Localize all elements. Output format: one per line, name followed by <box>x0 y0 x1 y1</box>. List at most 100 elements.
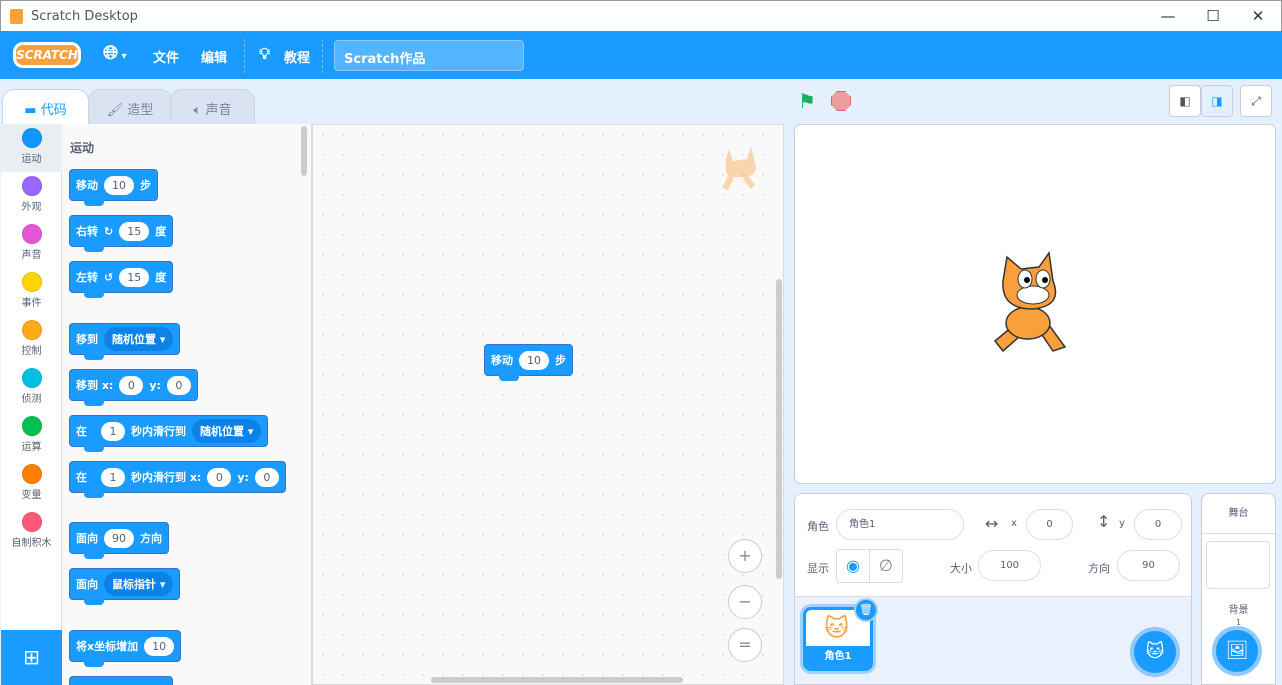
script-area[interactable]: 移动 10 步 + − = <box>312 124 784 685</box>
eye-icon: ◉ <box>846 556 860 575</box>
seconds-input[interactable]: 1 <box>101 467 125 487</box>
palette-scrollbar[interactable] <box>301 126 307 176</box>
steps-input[interactable]: 10 <box>104 175 134 195</box>
category-events[interactable]: 事件 <box>1 268 62 316</box>
category-motion[interactable]: 运动 <box>1 124 62 172</box>
green-flag-icon[interactable]: ⚑ <box>798 89 816 113</box>
turn-right-block[interactable]: 右转 ↻ 15 度 <box>69 215 174 252</box>
x-input[interactable]: 0 <box>1026 509 1073 540</box>
change-x-block[interactable]: 将x坐标增加 10 <box>69 630 182 667</box>
palette-heading: 运动 <box>70 141 95 155</box>
partial-block[interactable] <box>69 676 173 685</box>
edit-menu[interactable]: 编辑 <box>201 47 227 66</box>
target-dropdown[interactable]: 随机位置 ▾ <box>104 327 174 351</box>
block-text: 移到 <box>76 333 98 346</box>
motion-dot-icon <box>21 128 42 148</box>
move-steps-block[interactable]: 移动 10 步 <box>484 344 573 381</box>
brush-icon: 🖌︎ <box>106 103 128 118</box>
fullscreen-icon: ⤢ <box>1251 94 1261 108</box>
globe-icon[interactable]: 🌐︎ ▾ <box>103 42 127 64</box>
tab-label: 造型 <box>127 103 154 118</box>
sprite-name-input[interactable]: 角色1 <box>836 509 964 540</box>
sprite-label: 角色 <box>807 520 829 533</box>
vertical-scrollbar[interactable] <box>776 279 782 579</box>
add-backdrop-button[interactable]: 🖼︎ <box>1212 626 1262 676</box>
title-bar: Scratch Desktop — ☐ ✕ <box>0 0 1282 31</box>
point-direction-block[interactable]: 面向 90 方向 <box>69 522 169 559</box>
file-menu[interactable]: 文件 <box>153 47 179 66</box>
x-label: x <box>1011 518 1017 529</box>
target-dropdown[interactable]: 随机位置 ▾ <box>192 419 262 443</box>
zoom-out-button[interactable]: − <box>728 585 762 619</box>
category-control[interactable]: 控制 <box>1 316 62 364</box>
turn-left-block[interactable]: 左转 ↺ 15 度 <box>69 261 174 298</box>
y-input[interactable]: 0 <box>254 467 279 487</box>
steps-input[interactable]: 10 <box>519 350 549 370</box>
sprite-thumbnail-name: 角色1 <box>806 646 870 668</box>
horizontal-scrollbar[interactable] <box>431 677 683 683</box>
minimize-button[interactable]: — <box>1158 7 1178 25</box>
scratch-logo[interactable]: SCRATCH <box>13 42 81 68</box>
x-change-input[interactable]: 10 <box>144 636 175 656</box>
category-looks[interactable]: 外观 <box>1 172 62 220</box>
delete-sprite-button[interactable]: 🗑︎ <box>854 598 878 622</box>
project-title-input[interactable]: Scratch作品 <box>334 40 524 71</box>
cat-plus-icon: 🐱︎ <box>1145 641 1165 662</box>
block-text: 步 <box>140 179 151 192</box>
seconds-input[interactable]: 1 <box>101 421 125 441</box>
glide-block[interactable]: 在 1 秒内滑行到 随机位置 ▾ <box>69 415 269 452</box>
maximize-button[interactable]: ☐ <box>1203 7 1223 25</box>
size-input[interactable]: 100 <box>978 550 1041 581</box>
tab-code[interactable]: ▬ 代码 <box>2 89 89 124</box>
category-my-blocks[interactable]: 自制积木 <box>1 508 62 556</box>
block-text: 步 <box>555 354 566 367</box>
stage-thumbnail[interactable] <box>1206 541 1270 589</box>
large-stage-button[interactable]: ◨ <box>1201 85 1233 117</box>
zoom-reset-button[interactable]: = <box>728 628 762 662</box>
stop-icon[interactable] <box>831 91 851 111</box>
tab-sounds[interactable]: 🔈︎ 声音 <box>170 89 255 124</box>
tab-label: 声音 <box>205 103 232 118</box>
block-text: 在 <box>76 425 87 438</box>
fullscreen-button[interactable]: ⤢ <box>1240 85 1272 117</box>
category-label: 自制积木 <box>11 538 52 549</box>
direction-input[interactable]: 90 <box>104 528 134 548</box>
close-button[interactable]: ✕ <box>1248 7 1268 25</box>
target-dropdown[interactable]: 鼠标指针 ▾ <box>104 572 174 596</box>
size-label: 大小 <box>950 562 972 575</box>
goto-block[interactable]: 移到 随机位置 ▾ <box>69 323 181 360</box>
degrees-input[interactable]: 15 <box>119 267 150 287</box>
category-sound[interactable]: 声音 <box>1 220 62 268</box>
y-input[interactable]: 0 <box>1134 509 1182 540</box>
hide-eye-button[interactable]: ∅ <box>869 549 903 583</box>
block-text: 面向 <box>76 578 98 591</box>
direction-input[interactable]: 90 <box>1117 550 1180 581</box>
cat-sprite[interactable] <box>983 251 1083 361</box>
point-towards-block[interactable]: 面向 鼠标指针 ▾ <box>69 568 181 605</box>
category-sensing[interactable]: 侦测 <box>1 364 62 412</box>
tab-costumes[interactable]: 🖌︎ 造型 <box>88 89 172 124</box>
stage-title: 舞台 <box>1202 494 1275 534</box>
goto-xy-block[interactable]: 移到 x: 0 y: 0 <box>69 369 198 406</box>
tutorials-menu[interactable]: 教程 <box>284 47 310 66</box>
add-sprite-button[interactable]: 🐱︎ <box>1130 627 1180 677</box>
move-steps-block[interactable]: 移动 10 步 <box>69 169 158 206</box>
zoom-in-button[interactable]: + <box>728 539 762 573</box>
y-input[interactable]: 0 <box>166 375 191 395</box>
block-text: 左转 <box>76 271 98 284</box>
variables-dot-icon <box>21 464 42 484</box>
block-text: y: <box>237 470 249 484</box>
glide-xy-block[interactable]: 在 1 秒内滑行到 x: 0 y: 0 <box>69 461 286 498</box>
category-variables[interactable]: 变量 <box>1 460 62 508</box>
eye-slash-icon: ∅ <box>879 556 893 575</box>
show-eye-button[interactable]: ◉ <box>836 549 870 583</box>
sensing-dot-icon <box>21 368 42 388</box>
degrees-input[interactable]: 15 <box>119 221 150 241</box>
x-input[interactable]: 0 <box>207 467 232 487</box>
category-operators[interactable]: 运算 <box>1 412 62 460</box>
stage-canvas[interactable] <box>794 124 1276 484</box>
x-input[interactable]: 0 <box>119 375 144 395</box>
image-plus-icon: 🖼︎ <box>1225 640 1249 661</box>
small-stage-button[interactable]: ◧ <box>1169 85 1201 117</box>
add-extension-button[interactable]: ⊞ <box>1 630 62 685</box>
